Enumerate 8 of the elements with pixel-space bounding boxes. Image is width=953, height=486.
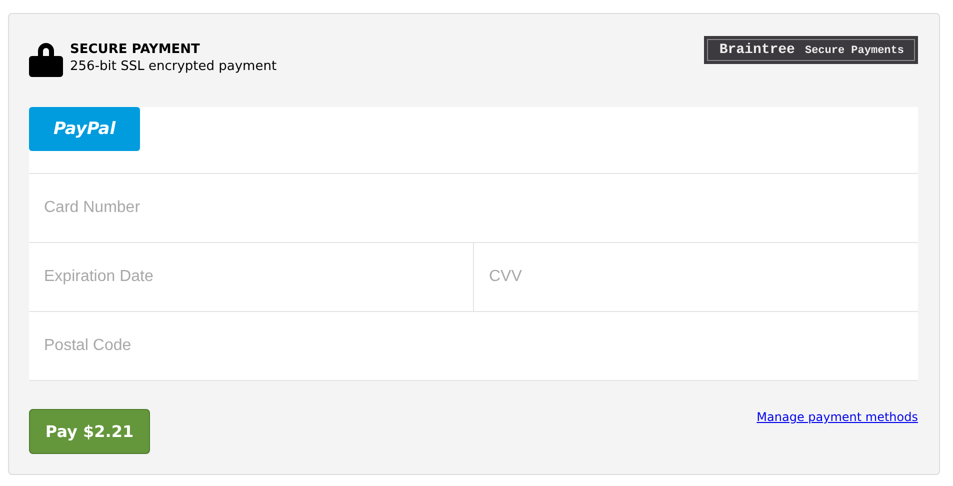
encryption-subtitle: 256-bit SSL encrypted payment	[70, 59, 277, 74]
pay-button[interactable]: Pay $2.21	[29, 409, 150, 454]
manage-payment-methods-link[interactable]: Manage payment methods	[756, 410, 918, 424]
badge-brand: Braintree	[719, 42, 795, 58]
secure-payment-title: SECURE PAYMENT	[70, 42, 201, 57]
paypal-button[interactable]: PayPal	[29, 107, 140, 151]
lock-icon	[29, 41, 63, 77]
badge-text: Secure Payments	[804, 45, 904, 57]
